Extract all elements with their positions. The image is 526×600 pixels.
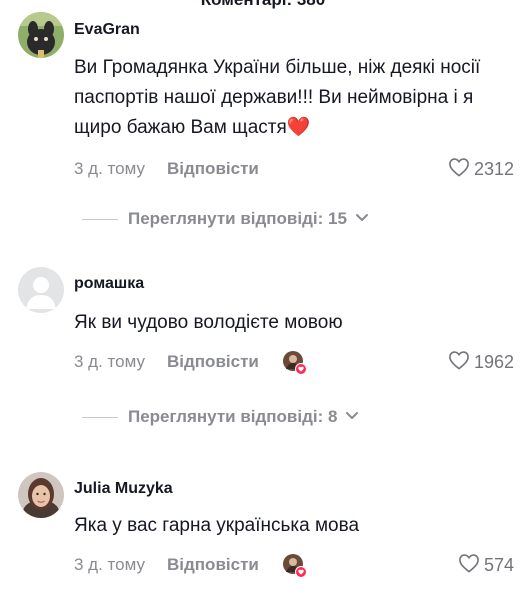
comment-username[interactable]: EvaGran	[74, 20, 140, 40]
heart-outline-icon	[448, 350, 470, 375]
comment-text: Ви Громадянка України більше, ніж деякі …	[74, 57, 481, 138]
comment-timestamp: 3 д. тому	[74, 352, 145, 371]
view-replies-label: Переглянути відповіді: 15	[128, 209, 347, 228]
comment-text: Як ви чудово володієте мовою	[74, 312, 343, 333]
comment-text: Яка у вас гарна українська мова	[74, 515, 360, 536]
avatar[interactable]	[18, 472, 64, 518]
heart-outline-icon	[448, 157, 470, 182]
view-replies-button[interactable]: Переглянути відповіді: 15	[82, 207, 369, 231]
comment-username[interactable]: ромашка	[74, 274, 144, 294]
like-count: 2312	[473, 159, 514, 179]
comments-count-title: Коментарі: 380	[0, 0, 526, 9]
comment-timestamp: 3 д. тому	[74, 555, 145, 574]
like-button[interactable]: 574	[458, 553, 514, 577]
reply-button[interactable]: Відповісти	[167, 553, 259, 577]
creator-liked-heart-icon	[282, 553, 307, 578]
chevron-down-icon	[355, 210, 369, 228]
creator-liked-heart-icon	[282, 350, 307, 375]
divider	[82, 218, 118, 220]
reply-button[interactable]: Відповісти	[167, 350, 259, 374]
comment-meta: 3 д. тому Відповісти 1962	[74, 350, 514, 375]
comment-timestamp: 3 д. тому	[74, 159, 145, 178]
like-count: 574	[483, 555, 514, 575]
divider	[82, 416, 118, 418]
avatar[interactable]	[18, 12, 64, 58]
comments-panel: Коментарі: 380 EvaGran Ви Громадянка Укр…	[0, 0, 526, 600]
view-replies-label: Переглянути відповіді: 8	[128, 407, 338, 426]
view-replies-button[interactable]: Переглянути відповіді: 8	[82, 405, 359, 429]
heart-outline-icon	[458, 553, 480, 578]
like-button[interactable]: 2312	[448, 157, 514, 181]
reply-button[interactable]: Відповісти	[167, 157, 259, 181]
comment-meta: 3 д. тому Відповісти 574	[74, 553, 514, 578]
comment-meta: 3 д. тому Відповісти 2312	[74, 157, 514, 181]
avatar[interactable]	[18, 267, 64, 313]
comment-username[interactable]: Julia Muzyka	[74, 479, 173, 499]
chevron-down-icon	[345, 408, 359, 426]
like-count: 1962	[473, 352, 514, 372]
like-button[interactable]: 1962	[448, 350, 514, 374]
